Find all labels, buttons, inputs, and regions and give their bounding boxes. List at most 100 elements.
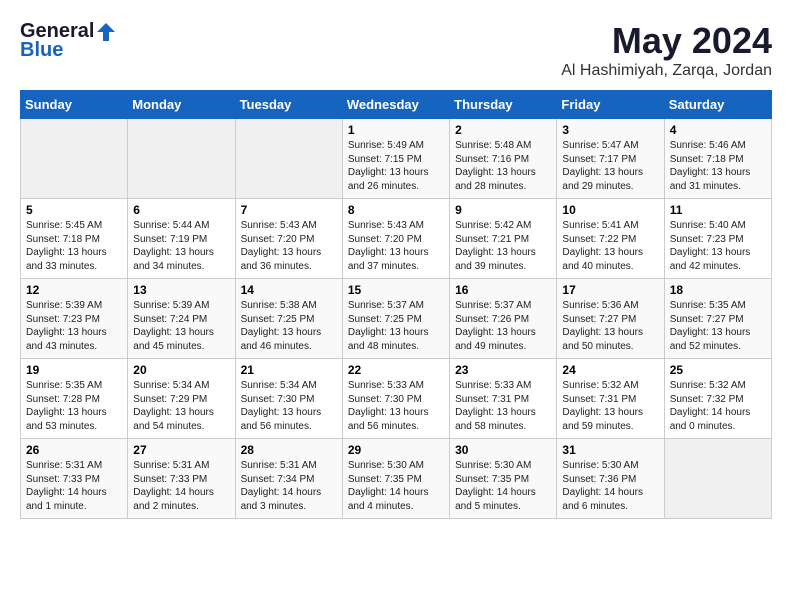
day-info: Sunrise: 5:35 AM Sunset: 7:28 PM Dayligh… xyxy=(26,379,122,433)
calendar-cell: 21 Sunrise: 5:34 AM Sunset: 7:30 PM Dayli… xyxy=(235,359,342,439)
day-number: 24 xyxy=(562,363,658,377)
weekday-header-friday: Friday xyxy=(557,91,664,119)
day-number: 8 xyxy=(348,203,444,217)
day-info: Sunrise: 5:30 AM Sunset: 7:36 PM Dayligh… xyxy=(562,459,658,513)
calendar-cell: 4 Sunrise: 5:46 AM Sunset: 7:18 PM Daylig… xyxy=(664,119,771,199)
day-number: 6 xyxy=(133,203,229,217)
calendar-cell: 24 Sunrise: 5:32 AM Sunset: 7:31 PM Dayli… xyxy=(557,359,664,439)
calendar-cell: 3 Sunrise: 5:47 AM Sunset: 7:17 PM Daylig… xyxy=(557,119,664,199)
day-number: 19 xyxy=(26,363,122,377)
weekday-header-monday: Monday xyxy=(128,91,235,119)
day-info: Sunrise: 5:42 AM Sunset: 7:21 PM Dayligh… xyxy=(455,219,551,273)
location-title: Al Hashimiyah, Zarqa, Jordan xyxy=(561,62,772,80)
calendar-cell xyxy=(21,119,128,199)
day-info: Sunrise: 5:32 AM Sunset: 7:32 PM Dayligh… xyxy=(670,379,766,433)
day-info: Sunrise: 5:33 AM Sunset: 7:31 PM Dayligh… xyxy=(455,379,551,433)
calendar-cell: 7 Sunrise: 5:43 AM Sunset: 7:20 PM Daylig… xyxy=(235,199,342,279)
day-number: 13 xyxy=(133,283,229,297)
day-info: Sunrise: 5:41 AM Sunset: 7:22 PM Dayligh… xyxy=(562,219,658,273)
month-title: May 2024 xyxy=(561,20,772,62)
day-number: 14 xyxy=(241,283,337,297)
day-number: 5 xyxy=(26,203,122,217)
calendar-cell: 15 Sunrise: 5:37 AM Sunset: 7:25 PM Dayli… xyxy=(342,279,449,359)
day-number: 4 xyxy=(670,123,766,137)
day-info: Sunrise: 5:31 AM Sunset: 7:34 PM Dayligh… xyxy=(241,459,337,513)
calendar-cell xyxy=(664,439,771,519)
day-info: Sunrise: 5:39 AM Sunset: 7:24 PM Dayligh… xyxy=(133,299,229,353)
calendar-cell: 25 Sunrise: 5:32 AM Sunset: 7:32 PM Dayli… xyxy=(664,359,771,439)
weekday-header-wednesday: Wednesday xyxy=(342,91,449,119)
day-info: Sunrise: 5:32 AM Sunset: 7:31 PM Dayligh… xyxy=(562,379,658,433)
calendar-cell: 22Sunrise: 5:33 AM Sunset: 7:30 PM Dayli… xyxy=(342,359,449,439)
calendar-cell: 6 Sunrise: 5:44 AM Sunset: 7:19 PM Daylig… xyxy=(128,199,235,279)
day-info: Sunrise: 5:40 AM Sunset: 7:23 PM Dayligh… xyxy=(670,219,766,273)
calendar-cell: 27 Sunrise: 5:31 AM Sunset: 7:33 PM Dayli… xyxy=(128,439,235,519)
day-number: 10 xyxy=(562,203,658,217)
calendar-week-row: 12Sunrise: 5:39 AM Sunset: 7:23 PM Dayli… xyxy=(21,279,772,359)
calendar-cell: 23 Sunrise: 5:33 AM Sunset: 7:31 PM Dayli… xyxy=(450,359,557,439)
calendar-cell: 8Sunrise: 5:43 AM Sunset: 7:20 PM Daylig… xyxy=(342,199,449,279)
day-number: 1 xyxy=(348,123,444,137)
day-info: Sunrise: 5:31 AM Sunset: 7:33 PM Dayligh… xyxy=(133,459,229,513)
weekday-header-saturday: Saturday xyxy=(664,91,771,119)
calendar-cell: 18Sunrise: 5:35 AM Sunset: 7:27 PM Dayli… xyxy=(664,279,771,359)
logo: General Blue xyxy=(20,20,118,62)
day-info: Sunrise: 5:39 AM Sunset: 7:23 PM Dayligh… xyxy=(26,299,122,353)
day-number: 21 xyxy=(241,363,337,377)
day-number: 17 xyxy=(562,283,658,297)
day-number: 31 xyxy=(562,443,658,457)
day-number: 29 xyxy=(348,443,444,457)
day-info: Sunrise: 5:31 AM Sunset: 7:33 PM Dayligh… xyxy=(26,459,122,513)
day-number: 7 xyxy=(241,203,337,217)
day-info: Sunrise: 5:46 AM Sunset: 7:18 PM Dayligh… xyxy=(670,139,766,193)
calendar-cell: 5 Sunrise: 5:45 AM Sunset: 7:18 PM Daylig… xyxy=(21,199,128,279)
day-info: Sunrise: 5:48 AM Sunset: 7:16 PM Dayligh… xyxy=(455,139,551,193)
calendar-cell: 1 Sunrise: 5:49 AM Sunset: 7:15 PM Daylig… xyxy=(342,119,449,199)
day-info: Sunrise: 5:38 AM Sunset: 7:25 PM Dayligh… xyxy=(241,299,337,353)
day-number: 25 xyxy=(670,363,766,377)
calendar-cell: 2 Sunrise: 5:48 AM Sunset: 7:16 PM Daylig… xyxy=(450,119,557,199)
calendar-cell: 17 Sunrise: 5:36 AM Sunset: 7:27 PM Dayli… xyxy=(557,279,664,359)
day-number: 16 xyxy=(455,283,551,297)
calendar-cell xyxy=(235,119,342,199)
weekday-header-row: SundayMondayTuesdayWednesdayThursdayFrid… xyxy=(21,91,772,119)
calendar-cell: 12Sunrise: 5:39 AM Sunset: 7:23 PM Dayli… xyxy=(21,279,128,359)
day-number: 28 xyxy=(241,443,337,457)
day-info: Sunrise: 5:47 AM Sunset: 7:17 PM Dayligh… xyxy=(562,139,658,193)
day-number: 23 xyxy=(455,363,551,377)
day-number: 15 xyxy=(348,283,444,297)
day-number: 18 xyxy=(670,283,766,297)
day-info: Sunrise: 5:37 AM Sunset: 7:25 PM Dayligh… xyxy=(348,299,444,353)
calendar-cell: 26 Sunrise: 5:31 AM Sunset: 7:33 PM Dayli… xyxy=(21,439,128,519)
day-number: 3 xyxy=(562,123,658,137)
calendar-cell xyxy=(128,119,235,199)
weekday-header-thursday: Thursday xyxy=(450,91,557,119)
day-info: Sunrise: 5:49 AM Sunset: 7:15 PM Dayligh… xyxy=(348,139,444,193)
day-number: 27 xyxy=(133,443,229,457)
day-number: 20 xyxy=(133,363,229,377)
calendar-cell: 19 Sunrise: 5:35 AM Sunset: 7:28 PM Dayli… xyxy=(21,359,128,439)
calendar-week-row: 26 Sunrise: 5:31 AM Sunset: 7:33 PM Dayli… xyxy=(21,439,772,519)
day-info: Sunrise: 5:45 AM Sunset: 7:18 PM Dayligh… xyxy=(26,219,122,273)
calendar-cell: 13 Sunrise: 5:39 AM Sunset: 7:24 PM Dayli… xyxy=(128,279,235,359)
calendar-week-row: 1 Sunrise: 5:49 AM Sunset: 7:15 PM Daylig… xyxy=(21,119,772,199)
calendar-cell: 10 Sunrise: 5:41 AM Sunset: 7:22 PM Dayli… xyxy=(557,199,664,279)
calendar-cell: 14 Sunrise: 5:38 AM Sunset: 7:25 PM Dayli… xyxy=(235,279,342,359)
day-info: Sunrise: 5:44 AM Sunset: 7:19 PM Dayligh… xyxy=(133,219,229,273)
calendar-cell: 31 Sunrise: 5:30 AM Sunset: 7:36 PM Dayli… xyxy=(557,439,664,519)
day-info: Sunrise: 5:36 AM Sunset: 7:27 PM Dayligh… xyxy=(562,299,658,353)
day-number: 26 xyxy=(26,443,122,457)
calendar-cell: 28 Sunrise: 5:31 AM Sunset: 7:34 PM Dayli… xyxy=(235,439,342,519)
calendar-cell: 20Sunrise: 5:34 AM Sunset: 7:29 PM Dayli… xyxy=(128,359,235,439)
calendar-cell: 9Sunrise: 5:42 AM Sunset: 7:21 PM Daylig… xyxy=(450,199,557,279)
day-info: Sunrise: 5:43 AM Sunset: 7:20 PM Dayligh… xyxy=(241,219,337,273)
day-number: 2 xyxy=(455,123,551,137)
calendar-cell: 11Sunrise: 5:40 AM Sunset: 7:23 PM Dayli… xyxy=(664,199,771,279)
logo-blue: Blue xyxy=(20,39,63,62)
day-info: Sunrise: 5:30 AM Sunset: 7:35 PM Dayligh… xyxy=(348,459,444,513)
day-info: Sunrise: 5:34 AM Sunset: 7:30 PM Dayligh… xyxy=(241,379,337,433)
title-section: May 2024 Al Hashimiyah, Zarqa, Jordan xyxy=(561,20,772,80)
calendar-cell: 29 Sunrise: 5:30 AM Sunset: 7:35 PM Dayli… xyxy=(342,439,449,519)
day-info: Sunrise: 5:33 AM Sunset: 7:30 PM Dayligh… xyxy=(348,379,444,433)
calendar-cell: 30Sunrise: 5:30 AM Sunset: 7:35 PM Dayli… xyxy=(450,439,557,519)
